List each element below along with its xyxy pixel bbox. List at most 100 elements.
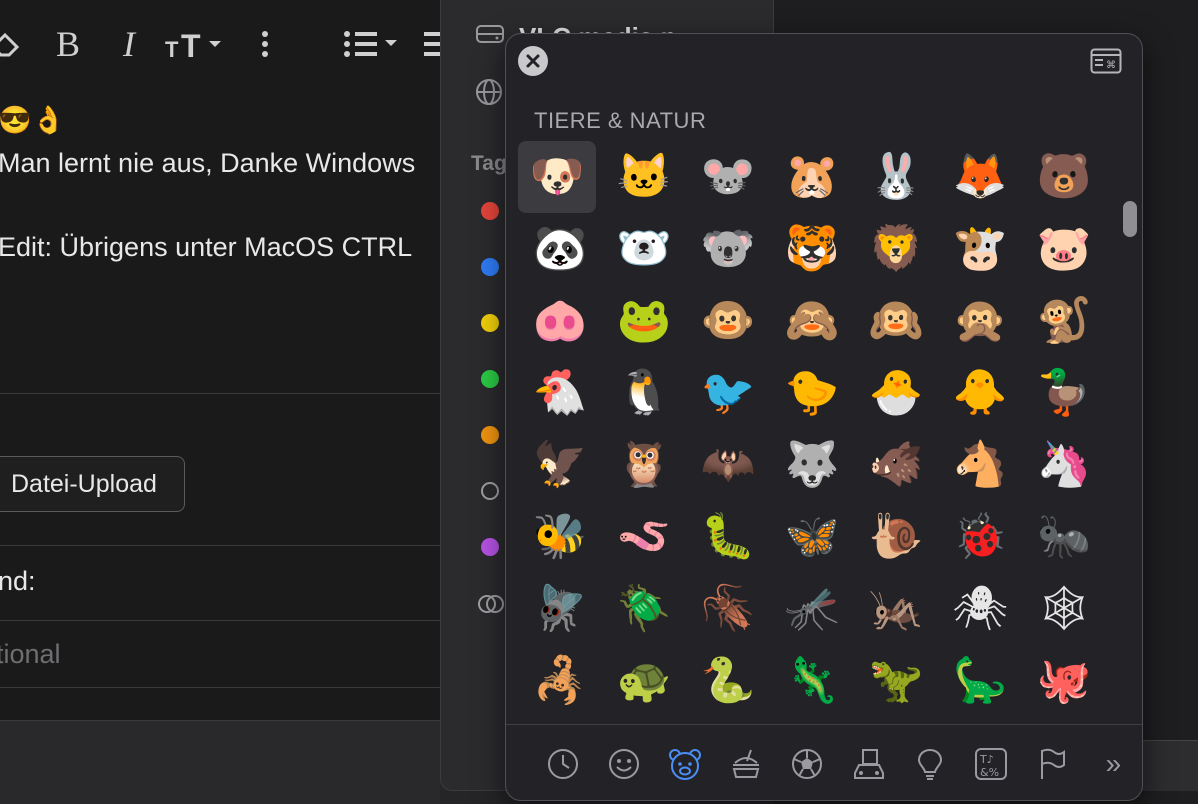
category-travel[interactable] [838, 742, 899, 786]
emoji-cell[interactable]: 🐵 [686, 285, 770, 357]
emoji-cell[interactable]: 🦗 [854, 573, 938, 645]
emoji-cell[interactable]: 🐣 [854, 357, 938, 429]
emoji-cell[interactable]: 🐢 [602, 645, 686, 717]
close-button[interactable] [518, 46, 548, 76]
category-food[interactable] [716, 742, 777, 786]
emoji-cell[interactable]: 🙈 [770, 285, 854, 357]
category-animals[interactable] [654, 742, 715, 786]
emoji-cell[interactable]: 🐽 [518, 285, 602, 357]
post-emoji-line: 😎👌 [0, 105, 66, 135]
emoji-cell[interactable]: 🐹 [770, 141, 854, 213]
bear-icon [669, 748, 701, 780]
emoji-cell[interactable]: 🪰 [518, 573, 602, 645]
emoji-cell[interactable]: 🦄 [1022, 429, 1106, 501]
emoji-cell[interactable]: 🐥 [938, 357, 1022, 429]
tag-orange[interactable] [481, 426, 499, 444]
emoji-cell[interactable]: 🐒 [1022, 285, 1106, 357]
list-icon[interactable] [342, 22, 402, 66]
tag-blue[interactable] [481, 258, 499, 276]
svg-text:&%: &% [980, 766, 999, 779]
emoji-cell[interactable]: 🐜 [1022, 501, 1106, 573]
emoji-cell[interactable]: 🦋 [770, 501, 854, 573]
emoji-cell[interactable]: 🪳 [686, 573, 770, 645]
post-editor: B I TT 😎👌 Man lernt nie aus, Danke Windo… [0, 0, 440, 804]
emoji-cell[interactable]: 🦉 [602, 429, 686, 501]
emoji-cell[interactable]: 🐯 [770, 213, 854, 285]
emoji-cell[interactable]: 🐌 [854, 501, 938, 573]
emoji-cell[interactable]: 🦁 [854, 213, 938, 285]
emoji-cell[interactable]: 🐻‍❄️ [602, 213, 686, 285]
text-size-icon[interactable]: TT [164, 22, 228, 66]
emoji-cell[interactable]: 🐧 [602, 357, 686, 429]
clock-icon [547, 748, 578, 779]
emoji-cell[interactable]: 🐮 [938, 213, 1022, 285]
emoji-cell[interactable]: 🐗 [854, 429, 938, 501]
all-tags-icon[interactable] [477, 594, 507, 619]
tag-gray[interactable] [481, 482, 499, 500]
editor-footer [0, 720, 440, 804]
tag-green[interactable] [481, 370, 499, 388]
divider [0, 393, 440, 394]
reason-input[interactable]: tional [0, 620, 440, 688]
emoji-cell[interactable]: 🦕 [938, 645, 1022, 717]
divider [0, 545, 440, 546]
emoji-cell[interactable]: 🐺 [770, 429, 854, 501]
emoji-cell[interactable]: 🕷 [938, 573, 1022, 645]
emoji-cell[interactable]: 🦇 [686, 429, 770, 501]
emoji-cell[interactable]: 🐝 [518, 501, 602, 573]
file-upload-button[interactable]: Datei-Upload [0, 456, 185, 512]
keyboard-viewer-icon: ⌘ [1090, 48, 1122, 74]
emoji-cell[interactable]: 🐼 [518, 213, 602, 285]
section-title: TIERE & NATUR [534, 108, 707, 133]
category-objects[interactable] [899, 742, 960, 786]
emoji-cell[interactable]: 🐰 [854, 141, 938, 213]
emoji-cell[interactable]: 🐤 [770, 357, 854, 429]
scrollbar-thumb[interactable] [1123, 201, 1137, 237]
emoji-cell[interactable]: 🐍 [686, 645, 770, 717]
emoji-cell[interactable]: 🐻 [1022, 141, 1106, 213]
category-activity[interactable] [777, 742, 838, 786]
emoji-cell[interactable]: 🐦 [686, 357, 770, 429]
emoji-cell[interactable]: 🐱 [602, 141, 686, 213]
eraser-icon[interactable] [0, 22, 26, 66]
align-icon[interactable] [422, 22, 440, 66]
italic-icon[interactable]: I [114, 22, 144, 66]
tag-red[interactable] [481, 202, 499, 220]
category-recent[interactable] [532, 742, 593, 786]
bold-icon[interactable]: B [50, 22, 86, 66]
emoji-cell[interactable]: 🐶 [518, 141, 596, 213]
emoji-cell[interactable]: 🐭 [686, 141, 770, 213]
more-vertical-icon[interactable] [254, 22, 276, 66]
emoji-cell[interactable]: 🦟 [770, 573, 854, 645]
more-categories-button[interactable]: » [1083, 742, 1142, 786]
character-viewer-button[interactable]: ⌘ [1090, 48, 1122, 74]
emoji-cell[interactable]: 🙊 [938, 285, 1022, 357]
emoji-cell[interactable]: 🐨 [686, 213, 770, 285]
emoji-cell[interactable]: 🦅 [518, 429, 602, 501]
category-smileys[interactable] [593, 742, 654, 786]
emoji-cell[interactable]: 🙉 [854, 285, 938, 357]
emoji-cell[interactable]: 🐙 [1022, 645, 1106, 717]
emoji-cell[interactable]: 🦎 [770, 645, 854, 717]
emoji-cell[interactable]: 🪱 [602, 501, 686, 573]
emoji-cell[interactable]: 🦂 [518, 645, 602, 717]
category-symbols[interactable]: T♪ &% [960, 742, 1021, 786]
emoji-cell[interactable]: 🦖 [854, 645, 938, 717]
emoji-cell[interactable]: 🦆 [1022, 357, 1106, 429]
tag-yellow[interactable] [481, 314, 499, 332]
emoji-cell[interactable]: 🐴 [938, 429, 1022, 501]
food-icon [732, 749, 760, 778]
emoji-cell[interactable]: 🕸 [1022, 573, 1106, 645]
close-icon [526, 54, 540, 68]
emoji-cell[interactable]: 🐔 [518, 357, 602, 429]
emoji-cell[interactable]: 🐷 [1022, 213, 1106, 285]
emoji-cell[interactable]: 🦊 [938, 141, 1022, 213]
emoji-grid: 🐶 🐱 🐭 🐹 🐰 🦊 🐻 🐼 🐻‍❄️ 🐨 🐯 🦁 🐮 🐷 🐽 🐸 🐵 🙈 🙉 🙊 🐒 🐔 🐧 🐦 🐤 🐣 🐥 🦆 🦅 🦉 🦇 🐺 🐗 🐴 🦄 🐝 🪱… [518, 141, 1106, 717]
tag-purple[interactable] [481, 538, 499, 556]
emoji-cell[interactable]: 🐸 [602, 285, 686, 357]
svg-text:T: T [181, 28, 201, 61]
category-flags[interactable] [1022, 742, 1083, 786]
emoji-cell[interactable]: 🐞 [938, 501, 1022, 573]
emoji-cell[interactable]: 🐛 [686, 501, 770, 573]
emoji-cell[interactable]: 🪲 [602, 573, 686, 645]
